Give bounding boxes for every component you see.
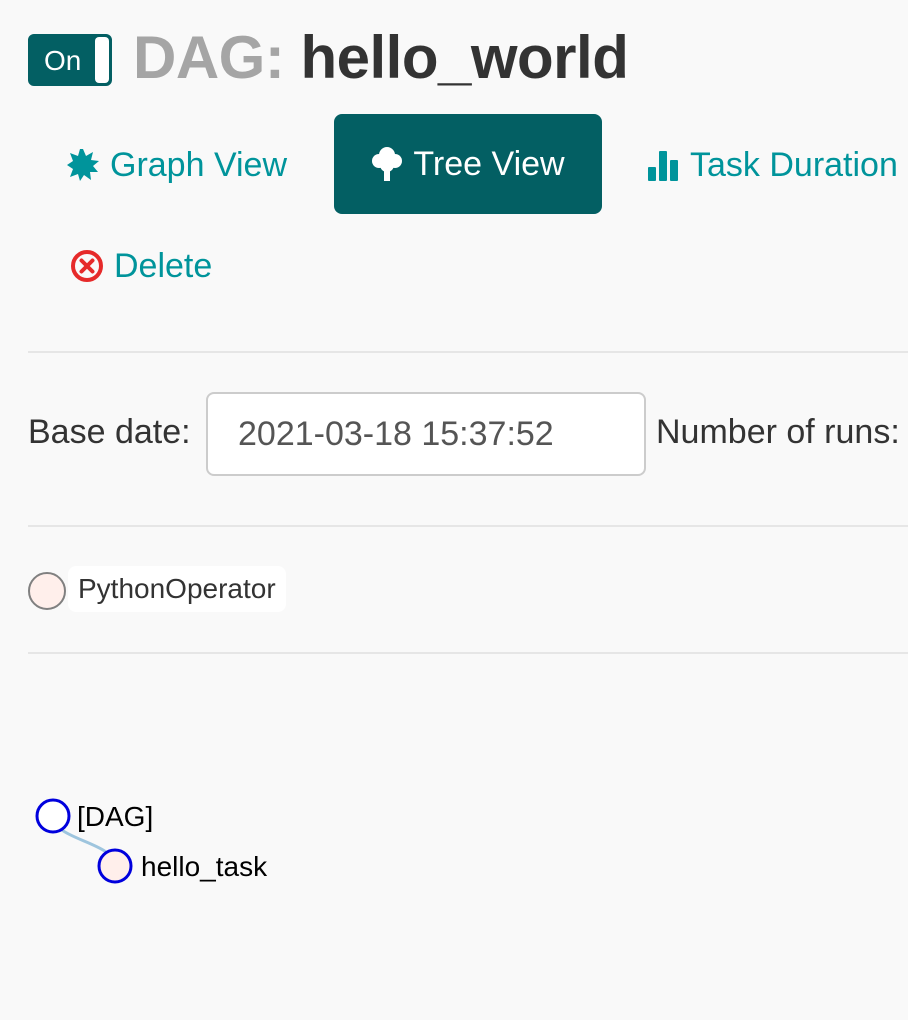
dag-id: hello_world: [300, 24, 629, 91]
tab-task-duration-label: Task Duration: [690, 146, 898, 184]
tree-node-task[interactable]: [97, 848, 133, 884]
toggle-knob: [95, 37, 109, 83]
divider: [28, 351, 908, 353]
tree-node-dag[interactable]: [35, 798, 71, 834]
base-date-input[interactable]: [206, 392, 646, 476]
dag-page: On DAG: hello_world Graph View Tree View: [0, 0, 908, 1020]
title-prefix: DAG:: [133, 24, 285, 91]
tab-tree-view[interactable]: Tree View: [334, 114, 602, 214]
page-title: DAG: hello_world: [133, 24, 629, 92]
tab-tree-view-label: Tree View: [413, 145, 565, 183]
toggle-label: On: [44, 45, 82, 76]
tree-icon: [371, 146, 403, 182]
legend-operator-label: PythonOperator: [68, 566, 286, 612]
divider: [28, 652, 908, 654]
legend-operator-swatch: [28, 572, 66, 610]
num-runs-label: Number of runs:: [656, 413, 900, 451]
sunburst-icon: [66, 148, 100, 182]
tree-label-task: hello_task: [141, 851, 268, 882]
remove-circle-icon: [70, 249, 104, 283]
delete-dag-button[interactable]: Delete: [70, 246, 212, 286]
tab-graph-view[interactable]: Graph View: [66, 145, 287, 185]
tab-task-duration[interactable]: Task Duration: [646, 145, 898, 185]
tree-label-dag: [DAG]: [77, 801, 153, 832]
delete-label: Delete: [114, 247, 213, 285]
bar-chart-icon: [646, 148, 680, 182]
dag-tree: [DAG] hello_task: [35, 798, 268, 884]
divider: [28, 525, 908, 527]
dag-pause-toggle[interactable]: On: [28, 34, 112, 86]
tab-graph-view-label: Graph View: [110, 146, 288, 184]
base-date-label: Base date:: [28, 413, 191, 451]
